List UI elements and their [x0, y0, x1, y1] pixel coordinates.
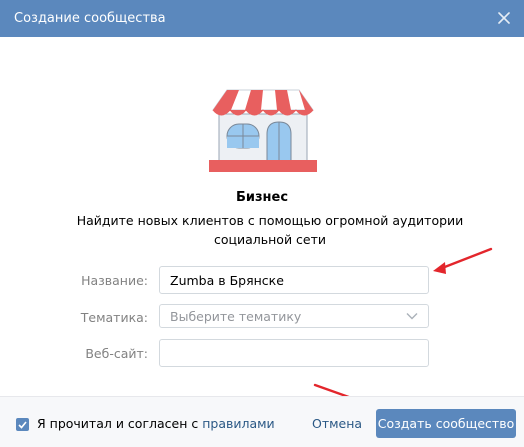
topic-placeholder: Выберите тематику: [170, 308, 302, 324]
website-label: Веб-сайт:: [85, 346, 148, 361]
dialog-title: Создание сообщества: [14, 11, 166, 26]
rules-link[interactable]: правилами: [202, 416, 274, 431]
agree-label: Я прочитал и согласен с: [37, 416, 203, 431]
topic-label: Тематика:: [80, 310, 148, 325]
cancel-button[interactable]: Отмена: [312, 416, 362, 431]
checkmark-icon: [18, 420, 27, 429]
topic-select[interactable]: Выберите тематику: [159, 304, 429, 328]
arrow-annotation-icon: [433, 247, 493, 274]
community-type-heading: Бизнес: [235, 190, 289, 205]
dialog-titlebar: Создание сообщества: [0, 0, 524, 37]
name-input[interactable]: Zumba в Брянске: [159, 266, 429, 294]
shop-icon: [209, 89, 317, 172]
name-input-value: Zumba в Брянске: [170, 272, 284, 288]
create-community-dialog: Создание сообщества Бизнес Найдите новых…: [0, 0, 524, 447]
agree-checkbox[interactable]: [16, 418, 29, 431]
website-input[interactable]: [159, 339, 429, 367]
agree-text: Я прочитал и согласен с правилами: [37, 416, 275, 431]
community-type-description: Найдите новых клиентов с помощью огромно…: [76, 213, 464, 247]
dialog-footer: Я прочитал и согласен с правилами Отмена…: [0, 396, 524, 447]
name-label: Название:: [81, 273, 148, 288]
create-community-button[interactable]: Создать сообщество: [376, 409, 516, 438]
close-icon[interactable]: [496, 10, 512, 26]
chevron-down-icon: [406, 313, 418, 320]
